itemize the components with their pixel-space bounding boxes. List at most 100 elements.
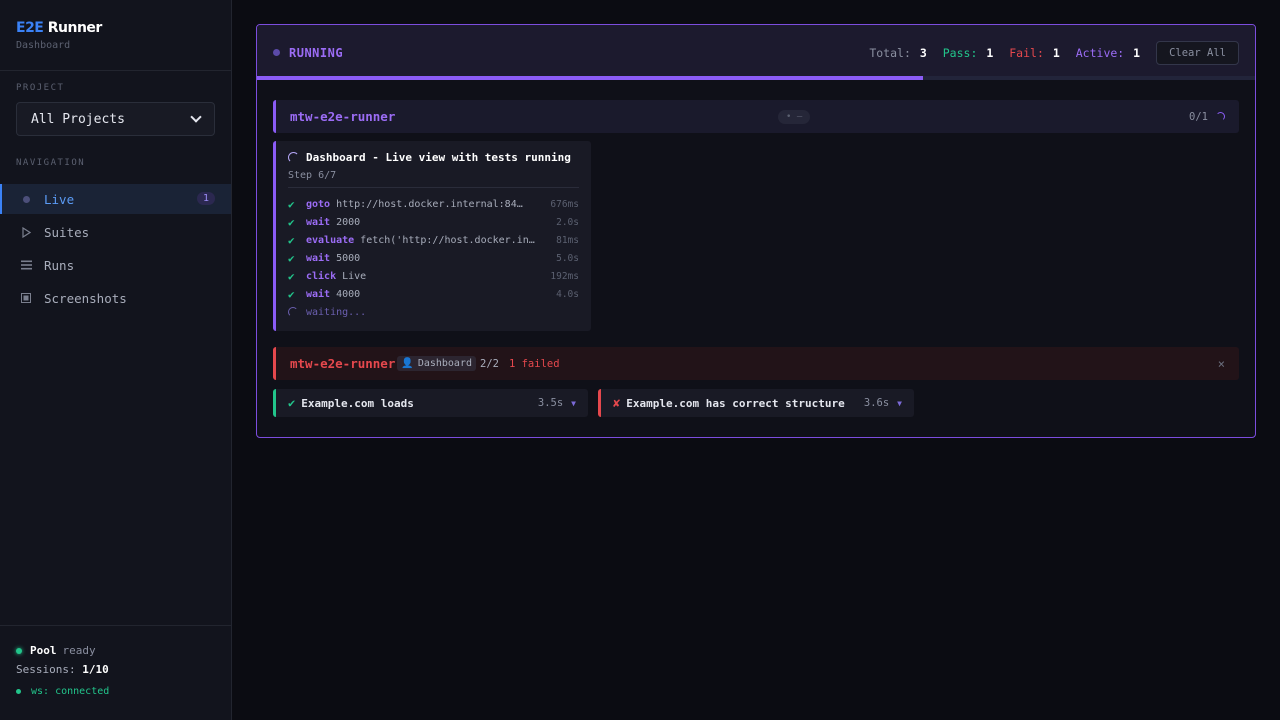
suite-progress-count: 2/2 [480,357,499,370]
suite-tag-label: Dashboard [417,358,472,369]
step-argument: 2000 [336,216,361,228]
list-icon [20,260,32,270]
project-section-label: PROJECT [16,83,65,93]
sidebar-item-live[interactable]: Live 1 [0,184,231,214]
stat-total: Total: 3 [869,45,927,60]
failed-suite-header[interactable]: mtw-e2e-runner 👤 Dashboard 2/2 1 failed … [273,347,1239,380]
suite-name: mtw-e2e-runner [290,109,396,124]
step-duration: 2.0s [556,216,579,228]
check-icon: ✔ [288,396,296,410]
cross-icon: ✘ [613,396,621,410]
clear-all-button[interactable]: Clear All [1156,40,1239,65]
run-header: RUNNING Total: 3 Pass: 1 Fail: 1 Active:… [257,25,1255,80]
step-row: ✔ wait 5000 5.0s [288,249,579,267]
suite-progress-count: 0/1 [1189,110,1208,123]
step-duration: 192ms [550,270,579,282]
step-command: click [306,270,337,282]
project-select-value: All Projects [31,111,125,127]
brand: E2E Runner Dashboard [0,0,231,71]
sidebar: E2E Runner Dashboard PROJECT All Project… [0,0,232,720]
step-argument: 5000 [336,252,361,264]
suite-name: mtw-e2e-runner [290,356,396,371]
test-result-duration: 3.5s [537,397,564,409]
run-progress-fill [257,76,923,80]
step-list: ✔ goto http://host.docker.internal:8484 … [288,195,579,321]
test-result-pass[interactable]: ✔ Example.com loads 3.5s ▼ [273,389,588,417]
check-icon: ✔ [288,269,295,283]
step-argument: Live [342,270,367,282]
pool-name: Pool [30,644,57,657]
websocket-status: ws: connected [16,686,215,697]
step-command: goto [306,198,331,210]
step-duration: 5.0s [556,252,579,264]
brand-suffix: Runner [43,20,103,36]
waiting-text: waiting... [306,306,367,318]
sidebar-item-suites[interactable]: Suites [0,217,231,247]
chevron-down-icon: ▼ [571,398,576,408]
spinner-icon [288,152,299,163]
step-duration: 81ms [556,234,579,246]
step-waiting-row: waiting... [288,303,579,321]
check-icon: ✔ [288,287,295,301]
suite-tag: 👤 Dashboard [397,356,476,371]
pool-status-dot-icon [16,647,22,654]
spinner-icon [288,307,298,317]
suite-progress: 0/1 [1189,111,1225,123]
step-row: ✔ evaluate fetch('http://host.docker.int… [288,231,579,249]
ws-status-text: ws: connected [31,686,110,697]
run-panel: RUNNING Total: 3 Pass: 1 Fail: 1 Active:… [256,24,1256,438]
sessions-label: Sessions: [16,663,76,676]
step-command: wait [306,216,331,228]
sidebar-item-label: Runs [44,257,75,273]
sidebar-nav: Live 1 Suites Runs Screenshots [0,184,231,313]
live-count-badge: 1 [196,192,215,205]
user-icon: 👤 [401,358,414,369]
step-row: ✔ goto http://host.docker.internal:8484 … [288,195,579,213]
spinner-icon [1216,112,1225,121]
step-row: ✔ wait 2000 2.0s [288,213,579,231]
step-duration: 676ms [550,198,579,210]
sidebar-item-screenshots[interactable]: Screenshots [0,283,231,313]
test-title: Dashboard - Live view with tests running [288,151,579,164]
step-row: ✔ wait 4000 4.0s [288,285,579,303]
stat-fail: Fail: 1 [1009,45,1060,60]
step-argument: 4000 [336,288,361,300]
step-command: wait [306,252,331,264]
sidebar-item-label: Live [44,191,75,207]
active-suite-header[interactable]: mtw-e2e-runner • — 0/1 [273,100,1239,133]
app-title: E2E Runner [16,20,215,36]
suite-status-pill: • — [778,109,811,124]
test-result-fail[interactable]: ✘ Example.com has correct structure 3.6s… [598,389,914,417]
brand-prefix: E2E [16,20,44,36]
test-result-duration: 3.6s [863,397,890,409]
step-argument: fetch('http://host.docker.internal:8484 [360,234,540,246]
pool-status: ready [62,644,96,657]
stat-pass: Pass: 1 [942,45,994,60]
run-progress-bar [257,76,1255,80]
sidebar-item-runs[interactable]: Runs [0,250,231,280]
step-duration: 4.0s [556,288,579,300]
check-icon: ✔ [288,251,295,265]
suite-failed-count: 1 failed [508,357,560,370]
test-step-counter: Step 6/7 [288,170,579,188]
run-status: RUNNING [289,45,344,60]
chevron-down-icon: ▼ [897,398,902,408]
app-subtitle: Dashboard [16,40,71,51]
ws-status-dot-icon [16,689,21,694]
play-icon [20,226,32,238]
live-dot-icon [20,195,32,203]
check-icon: ✔ [288,215,295,229]
pool-line: Pool ready [16,644,215,657]
test-result-name: Example.com loads [301,396,414,410]
sessions-value: 1/10 [82,663,109,676]
stat-active: Active: 1 [1075,45,1141,60]
running-dot-icon [273,49,280,56]
project-select[interactable]: All Projects [16,102,215,136]
check-icon: ✔ [288,197,295,211]
step-command: evaluate [306,234,355,246]
close-icon[interactable]: × [1218,357,1225,371]
step-argument: http://host.docker.internal:8484 [336,198,527,210]
check-icon: ✔ [288,233,295,247]
sidebar-item-label: Suites [44,224,90,240]
running-test-card: Dashboard - Live view with tests running… [273,141,591,331]
